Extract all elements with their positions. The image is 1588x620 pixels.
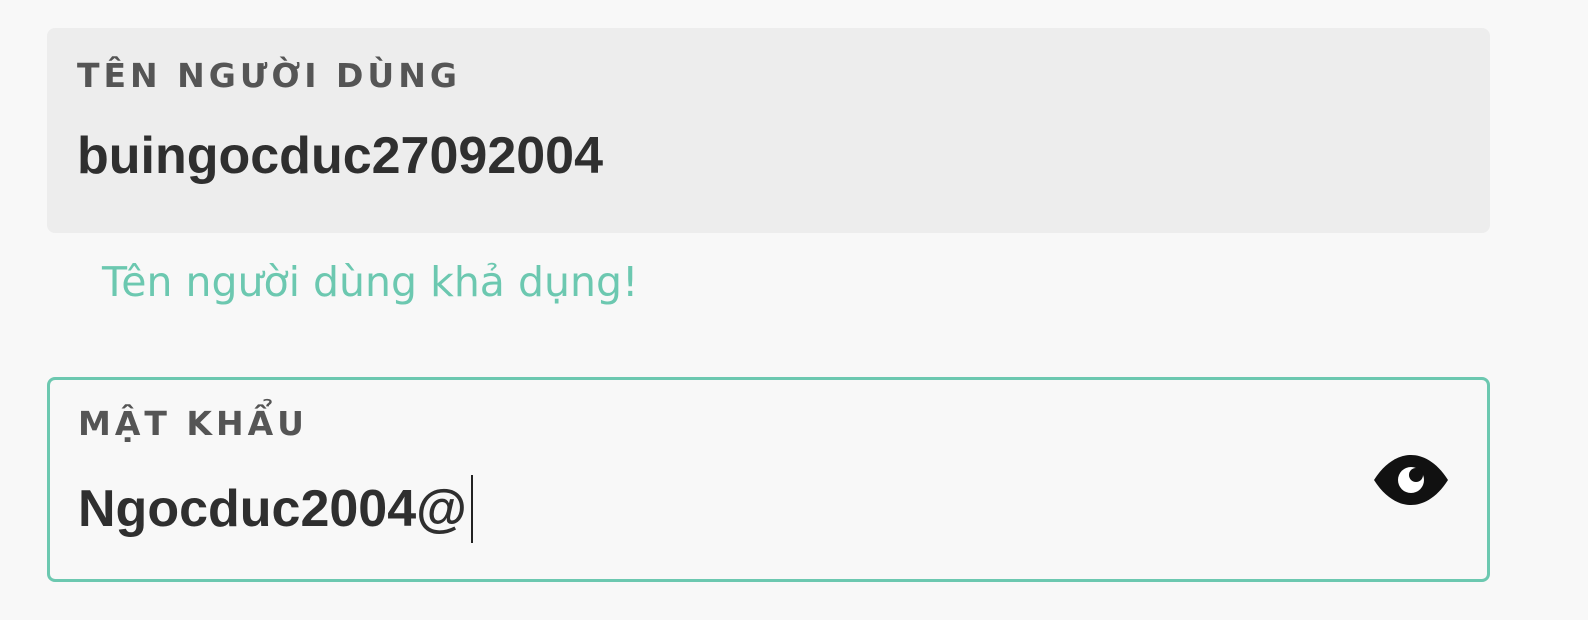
password-input[interactable]: Ngocduc2004@ [78,475,473,543]
password-value: Ngocduc2004@ [78,480,467,538]
username-value: buingocduc27092004 [77,127,603,185]
username-field[interactable]: TÊN NGƯỜI DÙNG buingocduc27092004 [47,28,1490,233]
username-label: TÊN NGƯỜI DÙNG [77,56,461,95]
password-label: MẬT KHẨU [78,404,308,443]
username-input[interactable]: buingocduc27092004 [77,126,603,186]
username-availability-message: Tên người dùng khả dụng! [102,258,639,306]
text-cursor [470,475,473,543]
show-password-button[interactable] [1371,450,1451,510]
eye-icon [1374,455,1448,505]
password-field[interactable]: MẬT KHẨU Ngocduc2004@ [47,377,1490,582]
